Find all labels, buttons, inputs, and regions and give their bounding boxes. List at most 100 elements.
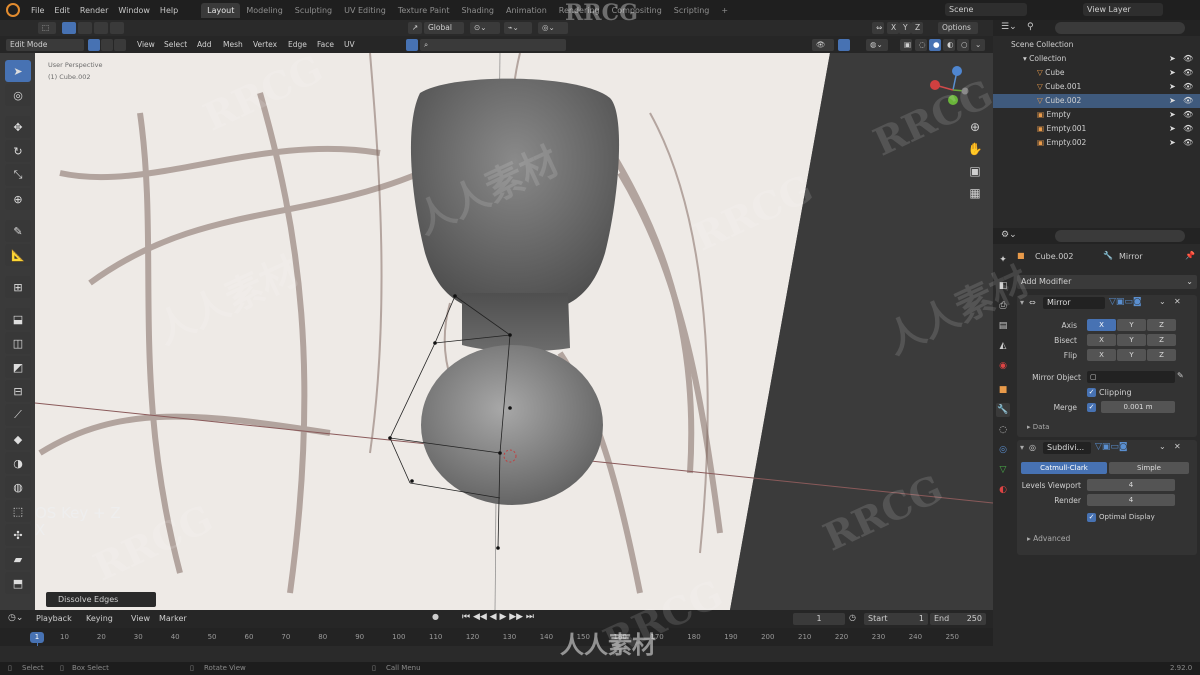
timeline-track[interactable] — [0, 646, 993, 662]
merge-distance-field[interactable]: 0.001 m — [1101, 401, 1175, 413]
preview-range-icon[interactable]: ◷ — [849, 613, 856, 622]
add-workspace-button[interactable]: + — [715, 3, 734, 18]
select-subtract-icon[interactable] — [94, 22, 108, 34]
menu-render[interactable]: Render — [75, 6, 113, 15]
subdivision-modifier-header[interactable]: ▾ ◎ Subdivi... ▽▣▭◙ ⌄ ✕ — [1017, 442, 1197, 456]
tab-sculpting[interactable]: Sculpting — [289, 3, 338, 18]
add-cube-icon[interactable]: ⊞ — [5, 276, 31, 298]
timeline-editor-icon[interactable]: ◷⌄ — [8, 613, 23, 623]
menu-playback[interactable]: Playback — [36, 614, 72, 623]
shear-icon[interactable]: ▰ — [5, 548, 31, 570]
wireframe-shading-icon[interactable]: ◌ — [915, 39, 927, 51]
tab-texture-paint[interactable]: Texture Paint — [392, 3, 456, 18]
subdivision-visibility-icons[interactable]: ▽▣▭◙ — [1095, 442, 1128, 452]
menu-mesh[interactable]: Mesh — [219, 39, 247, 51]
menu-select[interactable]: Select — [160, 39, 191, 51]
particles-tab-icon[interactable]: ◌ — [996, 423, 1010, 437]
mirror-visibility-icons[interactable]: ▽▣▭◙ — [1109, 297, 1142, 307]
modifier-tab-icon[interactable]: 🔧 — [996, 403, 1010, 417]
grid-view-icon[interactable]: ▦ — [966, 186, 984, 204]
output-tab-icon[interactable]: ⎙ — [996, 299, 1010, 313]
tab-modeling[interactable]: Modeling — [240, 3, 288, 18]
bisect-y-button[interactable]: Y — [1117, 334, 1146, 346]
outliner-row-scene-collection[interactable]: Scene Collection — [993, 38, 1200, 52]
edge-select-icon[interactable] — [101, 39, 113, 51]
collapse-icon[interactable]: ▾ — [1020, 298, 1024, 307]
options-dropdown[interactable]: Options — [938, 22, 978, 34]
shrink-fatten-icon[interactable]: ✣ — [5, 524, 31, 546]
bevel-icon[interactable]: ◩ — [5, 356, 31, 378]
render-tab-icon[interactable]: ◧ — [996, 279, 1010, 293]
overlay-dropdown[interactable]: ◍⌄ — [866, 39, 888, 51]
knife-icon[interactable]: ⟋ — [5, 404, 31, 426]
simple-button[interactable]: Simple — [1109, 462, 1189, 474]
view-layer-tab-icon[interactable]: ▤ — [996, 319, 1010, 333]
move-icon[interactable]: ✥ — [5, 116, 31, 138]
camera-view-icon[interactable]: ▣ — [966, 164, 984, 182]
material-tab-icon[interactable]: ◐ — [996, 483, 1010, 497]
playhead[interactable]: 1 — [30, 632, 44, 643]
axis-y-toggle[interactable]: Y — [899, 22, 911, 34]
smooth-icon[interactable]: ◍ — [5, 476, 31, 498]
start-frame-field[interactable]: Start 1 — [864, 613, 928, 625]
clipping-checkbox[interactable]: ✓ — [1087, 388, 1096, 397]
eyedropper-icon[interactable]: ✎ — [1177, 371, 1184, 380]
catmull-clark-button[interactable]: Catmull-Clark — [1021, 462, 1107, 474]
bisect-z-button[interactable]: Z — [1147, 334, 1176, 346]
subdivision-name-field[interactable]: Subdivi... — [1043, 442, 1091, 454]
extrude-icon[interactable]: ⬓ — [5, 308, 31, 330]
solid-shading-icon[interactable]: ● — [929, 39, 941, 51]
physics-tab-icon[interactable]: ◎ — [996, 443, 1010, 457]
playback-controls[interactable]: ⏮ ◀◀ ◀ ▶ ▶▶ ⏭ — [462, 612, 534, 622]
tab-animation[interactable]: Animation — [500, 3, 553, 18]
flip-x-button[interactable]: X — [1087, 349, 1116, 361]
poly-build-icon[interactable]: ◆ — [5, 428, 31, 450]
menu-window[interactable]: Window — [113, 6, 155, 15]
advanced-subpanel-toggle[interactable]: ▸ Advanced — [1027, 534, 1070, 543]
3d-viewport[interactable]: User Perspective (1) Cube.002 OS Key + Z… — [0, 53, 993, 610]
last-operator-panel[interactable]: Dissolve Edges — [46, 592, 156, 607]
transform-icon[interactable]: ⊕ — [5, 188, 31, 210]
select-invert-icon[interactable] — [110, 22, 124, 34]
axis-y-button[interactable]: Y — [1117, 319, 1146, 331]
data-subpanel-toggle[interactable]: ▸ Data — [1027, 423, 1049, 431]
tab-rendering[interactable]: Rendering — [553, 3, 606, 18]
xray-toggle-icon[interactable]: ▣ — [900, 39, 912, 51]
mirror-name-field[interactable]: Mirror — [1043, 297, 1105, 309]
measure-icon[interactable]: 📐 — [5, 244, 31, 266]
select-extend-icon[interactable] — [78, 22, 92, 34]
menu-vertex[interactable]: Vertex — [249, 39, 281, 51]
inset-icon[interactable]: ◫ — [5, 332, 31, 354]
tab-uv-editing[interactable]: UV Editing — [338, 3, 392, 18]
remove-modifier-icon[interactable]: ✕ — [1174, 442, 1181, 451]
world-tab-icon[interactable]: ◉ — [996, 359, 1010, 373]
loop-cut-icon[interactable]: ⊟ — [5, 380, 31, 402]
menu-edit[interactable]: Edit — [49, 6, 75, 15]
scene-tab-icon[interactable]: ◭ — [996, 339, 1010, 353]
blender-logo-icon[interactable] — [6, 3, 20, 17]
menu-edge[interactable]: Edge — [284, 39, 311, 51]
dropdown-icon[interactable]: ⌄ — [1159, 297, 1166, 306]
tab-compositing[interactable]: Compositing — [606, 3, 668, 18]
mesh-head[interactable] — [410, 78, 620, 315]
axis-x-button[interactable]: X — [1087, 319, 1116, 331]
mesh-neck[interactable] — [462, 293, 570, 352]
pin-icon[interactable]: 📌 — [1185, 251, 1195, 260]
selectable-icons[interactable]: ➤ ➤ ➤ ➤ ➤ ➤ ➤ — [1169, 52, 1176, 150]
scale-icon[interactable]: ⤡ — [5, 164, 31, 186]
rip-icon[interactable]: ⬒ — [5, 572, 31, 594]
zoom-icon[interactable]: ⊕ — [966, 120, 984, 138]
orientation-icon[interactable]: ↗ — [408, 22, 422, 34]
proportional-edit-dropdown[interactable]: ◎⌄ — [538, 22, 568, 34]
properties-search-input[interactable] — [1055, 230, 1185, 242]
tab-shading[interactable]: Shading — [455, 3, 500, 18]
select-tool-icon[interactable]: ⬚ — [38, 22, 56, 34]
cursor-icon[interactable]: ◎ — [5, 84, 31, 106]
properties-editor-icon[interactable]: ⚙⌄ — [1001, 230, 1017, 240]
optimal-display-checkbox[interactable]: ✓ — [1087, 513, 1096, 522]
select-new-icon[interactable] — [62, 22, 76, 34]
menu-timeline-view[interactable]: View — [131, 614, 150, 623]
mode-dropdown[interactable]: Edit Mode — [6, 39, 84, 51]
object-tab-icon[interactable]: ■ — [996, 383, 1010, 397]
mirror-modifier-header[interactable]: ▾ ⇔ Mirror ▽▣▭◙ ⌄ ✕ — [1017, 297, 1197, 311]
